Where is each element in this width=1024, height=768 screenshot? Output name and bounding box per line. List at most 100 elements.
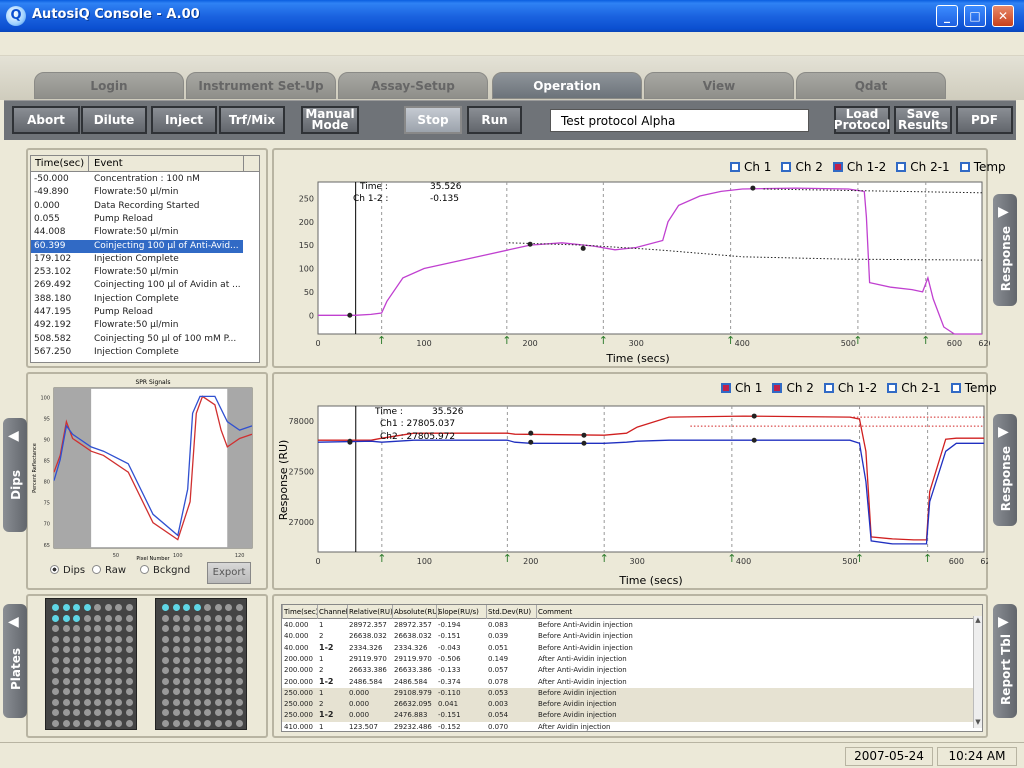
plate-well[interactable] — [183, 625, 190, 632]
plate-well[interactable] — [214, 604, 222, 611]
legend-item[interactable]: Ch 2 — [772, 381, 814, 395]
plate-well[interactable] — [104, 698, 112, 706]
plate-well[interactable] — [52, 625, 59, 632]
plate-well[interactable] — [225, 709, 232, 716]
stop-button[interactable]: Stop — [404, 106, 462, 134]
plate-well[interactable] — [62, 667, 70, 674]
event-row[interactable]: 388.180 Injection Complete — [31, 293, 243, 306]
radio-dips[interactable]: Dips — [50, 565, 85, 576]
event-row[interactable]: -49.890 Flowrate:50 µl/min — [31, 186, 243, 199]
plate-well[interactable] — [214, 646, 222, 653]
plate-well[interactable] — [125, 656, 133, 664]
inject-button[interactable]: Inject — [151, 106, 217, 134]
plate-well[interactable] — [214, 698, 222, 706]
event-table[interactable]: Time(sec) Event -50.000 Concentration : 1… — [30, 155, 260, 363]
plate-well[interactable] — [94, 688, 101, 695]
plate-well[interactable] — [235, 709, 243, 716]
plate-well[interactable] — [125, 646, 133, 653]
report-table[interactable]: Time(sec) Channel Relative(RU) Absolute(RU)… — [281, 604, 983, 732]
checkbox-icon[interactable] — [772, 383, 783, 393]
plate-well[interactable] — [162, 698, 169, 706]
event-row[interactable]: 492.192 Flowrate:50 µl/min — [31, 319, 243, 332]
checkbox-icon[interactable] — [721, 383, 731, 393]
plate-well[interactable] — [52, 646, 59, 653]
report-col-header[interactable]: Channel — [319, 608, 348, 616]
event-row[interactable]: 44.008 Flowrate:50 µl/min — [31, 226, 243, 239]
report-row[interactable]: 40.000 2 26638.032 26638.032 -0.151 0.039 Befo… — [282, 631, 974, 642]
plate-well[interactable] — [235, 719, 243, 727]
tab-operation[interactable]: Operation — [492, 72, 642, 99]
plate-well[interactable] — [235, 667, 243, 674]
plate-well[interactable] — [204, 677, 211, 685]
plate-well[interactable] — [172, 625, 180, 632]
plate-well[interactable] — [52, 698, 59, 706]
plate-well[interactable] — [104, 688, 112, 695]
plate-well[interactable] — [52, 688, 59, 695]
plate-well[interactable] — [62, 656, 70, 664]
plate-well[interactable] — [125, 667, 133, 674]
plate-well[interactable] — [104, 604, 112, 611]
plate-well[interactable] — [235, 698, 243, 706]
plate-well[interactable] — [193, 656, 201, 664]
plate-well[interactable] — [225, 604, 232, 611]
plate-well[interactable] — [193, 625, 201, 632]
checkbox-icon[interactable] — [781, 162, 792, 172]
plate-well[interactable] — [52, 604, 59, 611]
plate-well[interactable] — [94, 635, 101, 643]
event-row[interactable]: 253.102 Flowrate:50 µl/min — [31, 266, 243, 279]
plate-well[interactable] — [183, 677, 190, 685]
minimize-button[interactable]: _ — [936, 5, 958, 27]
plate-well[interactable] — [73, 667, 80, 674]
radio-raw[interactable]: Raw — [92, 565, 126, 576]
plate-well[interactable] — [94, 677, 101, 685]
plate-well[interactable] — [62, 614, 70, 622]
plate-well[interactable] — [235, 614, 243, 622]
plate-well[interactable] — [225, 688, 232, 695]
report-row[interactable]: 40.000 1-2 2334.326 2334.326 -0.043 0.051 Befo… — [282, 643, 974, 654]
plate-well[interactable] — [83, 667, 91, 674]
plate-well[interactable] — [83, 646, 91, 653]
plate-well[interactable] — [214, 688, 222, 695]
dilute-button[interactable]: Dilute — [81, 106, 147, 134]
plate-well[interactable] — [183, 604, 190, 611]
plate-well[interactable] — [115, 625, 122, 632]
plate-well[interactable] — [73, 646, 80, 653]
plate-well[interactable] — [83, 656, 91, 664]
plate-well[interactable] — [235, 688, 243, 695]
plate-well[interactable] — [183, 719, 190, 727]
plate-well[interactable] — [235, 604, 243, 611]
plate-well[interactable] — [115, 667, 122, 674]
protocol-name-field[interactable]: Test protocol Alpha — [550, 109, 809, 132]
report-row[interactable]: 40.000 1 28972.357 28972.357 -0.194 0.083 Befo… — [282, 620, 974, 631]
plate-well[interactable] — [83, 719, 91, 727]
event-row[interactable]: 269.492 Coinjecting 100 µl of Avidin at .… — [31, 279, 243, 292]
report-row[interactable]: 200.000 2 26633.386 26633.386 -0.133 0.057 Aft… — [282, 665, 974, 676]
plate-well[interactable] — [94, 614, 101, 622]
export-button[interactable]: Export — [207, 562, 251, 584]
legend-item[interactable]: Ch 2 — [781, 160, 823, 174]
plate-well[interactable] — [225, 625, 232, 632]
plate-well[interactable] — [83, 614, 91, 622]
report-row[interactable]: 250.000 1 0.000 29108.979 -0.110 0.053 Before … — [282, 687, 974, 700]
plate-well[interactable] — [52, 614, 59, 622]
plate-well[interactable] — [125, 709, 133, 716]
plate-well[interactable] — [104, 614, 112, 622]
plate-well[interactable] — [204, 614, 211, 622]
plate-well[interactable] — [225, 646, 232, 653]
plate-well[interactable] — [204, 625, 211, 632]
checkbox-icon[interactable] — [832, 162, 843, 172]
plate-well[interactable] — [125, 698, 133, 706]
plate-well[interactable] — [62, 709, 70, 716]
plate-well[interactable] — [193, 677, 201, 685]
plate-well[interactable] — [225, 667, 232, 674]
report-col-header[interactable]: Absolute(RU) — [394, 608, 440, 616]
radio-icon[interactable] — [140, 565, 149, 574]
plate-well[interactable] — [162, 635, 169, 643]
plate-well[interactable] — [162, 646, 169, 653]
plate-well[interactable] — [104, 719, 112, 727]
plate-well[interactable] — [62, 688, 70, 695]
plate-well[interactable] — [83, 698, 91, 706]
load-protocol-button[interactable]: Load Protocol — [834, 106, 890, 134]
plate-well[interactable] — [94, 625, 101, 632]
dips-side-tab[interactable]: ◀ Dips — [3, 418, 27, 532]
